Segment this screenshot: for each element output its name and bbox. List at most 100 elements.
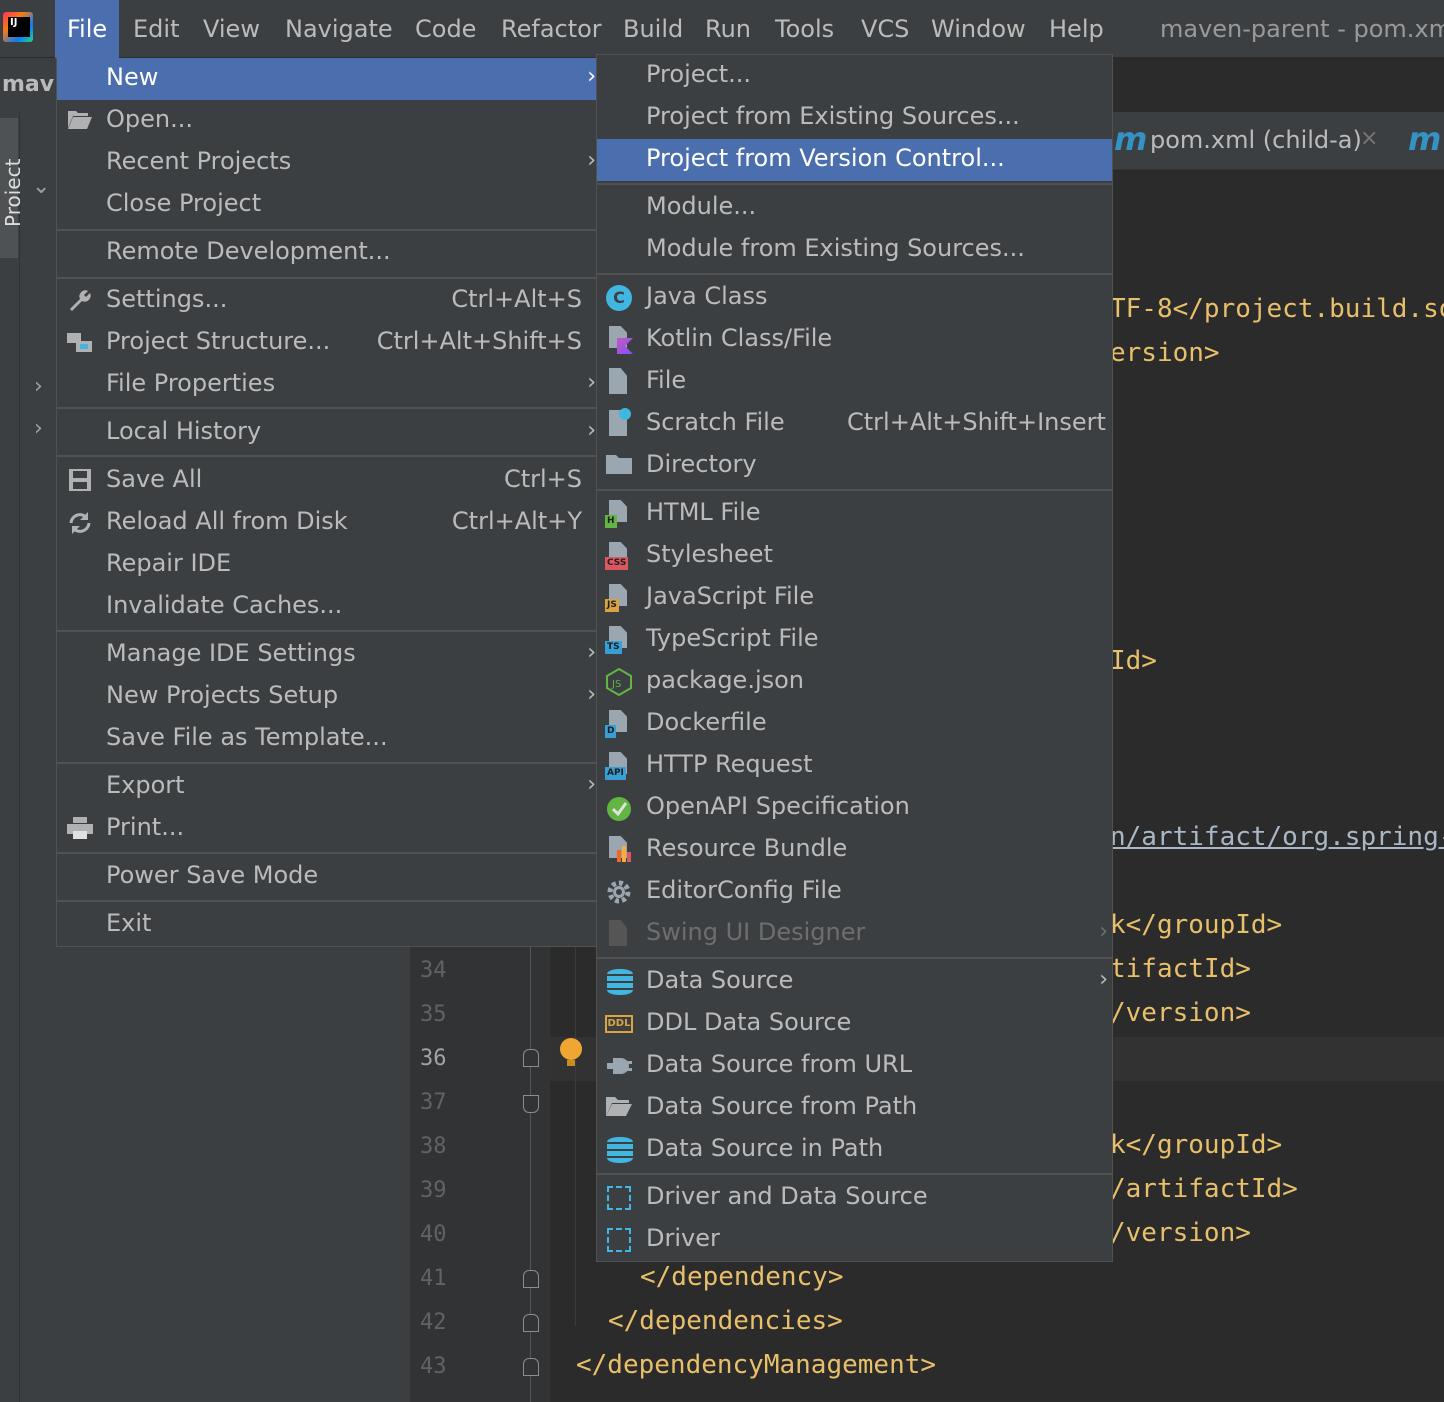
new-item-project-from-existing-sources[interactable]: Project from Existing Sources... [597, 97, 1112, 139]
menu-item-remote-development[interactable]: Remote Development... [57, 232, 596, 274]
menu-code[interactable]: Code [403, 0, 488, 58]
menu-build[interactable]: Build [611, 0, 695, 58]
menu-edit[interactable]: Edit [121, 0, 191, 58]
menu-item-exit[interactable]: Exit [57, 904, 596, 946]
menu-item-reload-all[interactable]: Reload All from Disk Ctrl+Alt+Y [57, 502, 596, 544]
new-item-swing-ui-designer[interactable]: Swing UI Designer › [597, 913, 1112, 955]
menu-item-settings[interactable]: Settings... Ctrl+Alt+S [57, 280, 596, 322]
menu-item-label: JavaScript File [646, 582, 815, 610]
menu-item-open[interactable]: Open... [57, 100, 596, 142]
database-icon [605, 968, 633, 996]
close-icon[interactable]: × [1360, 126, 1378, 151]
menu-item-label: Remote Development... [106, 237, 391, 265]
menu-item-local-history[interactable]: Local History › [57, 412, 596, 454]
js-file-icon: JS [605, 584, 633, 612]
menu-item-label: EditorConfig File [646, 876, 842, 904]
fold-marker-icon[interactable] [523, 1270, 539, 1288]
fold-marker-icon[interactable] [523, 1095, 539, 1113]
new-item-module-from-existing-sources[interactable]: Module from Existing Sources... [597, 229, 1112, 271]
menu-item-repair-ide[interactable]: Repair IDE [57, 544, 596, 586]
menu-separator [57, 852, 596, 854]
menu-item-label: Project from Existing Sources... [646, 102, 1020, 130]
menu-item-manage-ide-settings[interactable]: Manage IDE Settings › [57, 634, 596, 676]
menu-item-label: New Projects Setup [106, 681, 339, 709]
new-item-file[interactable]: File [597, 361, 1112, 403]
openapi-icon [605, 794, 633, 822]
new-item-module[interactable]: Module... [597, 187, 1112, 229]
line-number: 42 [420, 1310, 447, 1335]
menu-item-label: Save File as Template... [106, 723, 388, 751]
menu-item-print[interactable]: Print... [57, 808, 596, 850]
menu-item-invalidate-caches[interactable]: Invalidate Caches... [57, 586, 596, 628]
new-item-driver-and-data-source[interactable]: Driver and Data Source [597, 1177, 1112, 1219]
new-item-java-class[interactable]: C Java Class [597, 277, 1112, 319]
new-item-package-json[interactable]: JS package.json [597, 661, 1112, 703]
new-item-scratch-file[interactable]: Scratch File Ctrl+Alt+Shift+Insert [597, 403, 1112, 445]
new-item-openapi-spec[interactable]: OpenAPI Specification [597, 787, 1112, 829]
new-item-resource-bundle[interactable]: Resource Bundle [597, 829, 1112, 871]
menu-separator [597, 1173, 1112, 1175]
new-item-typescript-file[interactable]: TS TypeScript File [597, 619, 1112, 661]
new-item-driver[interactable]: Driver [597, 1219, 1112, 1261]
tab-pom-child-a[interactable]: pom.xml (child-a) [1150, 126, 1362, 154]
menu-item-label: Repair IDE [106, 549, 232, 577]
new-item-directory[interactable]: Directory [597, 445, 1112, 487]
line-number: 35 [420, 1002, 447, 1027]
new-item-project-from-vcs[interactable]: Project from Version Control... [597, 139, 1112, 181]
new-item-http-request[interactable]: API HTTP Request [597, 745, 1112, 787]
menu-item-file-properties[interactable]: File Properties › [57, 364, 596, 406]
line-number: 41 [420, 1266, 447, 1291]
new-item-data-source[interactable]: Data Source › [597, 961, 1112, 1003]
new-item-javascript-file[interactable]: JS JavaScript File [597, 577, 1112, 619]
menu-item-project-structure[interactable]: Project Structure... Ctrl+Alt+Shift+S [57, 322, 596, 364]
menu-item-label: Java Class [646, 282, 768, 310]
menu-vcs[interactable]: VCS [849, 0, 921, 58]
chevron-down-icon[interactable]: ⌄ [32, 174, 50, 199]
lightbulb-icon[interactable] [560, 1038, 582, 1066]
new-item-kotlin-class[interactable]: Kotlin Class/File [597, 319, 1112, 361]
menu-view[interactable]: View [191, 0, 272, 58]
new-item-dockerfile[interactable]: D Dockerfile [597, 703, 1112, 745]
menu-item-save-all[interactable]: Save All Ctrl+S [57, 460, 596, 502]
menu-refactor[interactable]: Refactor [489, 0, 614, 58]
chevron-right-icon: › [587, 148, 596, 173]
folder-open-icon [605, 1094, 633, 1122]
fold-marker-icon[interactable] [523, 1314, 539, 1332]
menu-item-new-projects-setup[interactable]: New Projects Setup › [57, 676, 596, 718]
menu-tools[interactable]: Tools [763, 0, 846, 58]
menu-item-close-project[interactable]: Close Project [57, 184, 596, 226]
menu-item-label: Reload All from Disk [106, 507, 348, 535]
code-comment-link[interactable]: n/artifact/org.spring- [1110, 822, 1444, 852]
new-item-data-source-from-url[interactable]: Data Source from URL [597, 1045, 1112, 1087]
chevron-right-icon[interactable]: › [34, 416, 43, 441]
http-request-icon: API [605, 752, 633, 780]
menu-help[interactable]: Help [1037, 0, 1116, 58]
menu-item-label: Export [106, 771, 185, 799]
indent-guide [575, 946, 576, 1326]
new-item-ddl-data-source[interactable]: DDL DDL Data Source [597, 1003, 1112, 1045]
fold-marker-icon[interactable] [523, 1049, 539, 1067]
menu-item-new[interactable]: New › [57, 58, 596, 100]
new-item-editorconfig[interactable]: EditorConfig File [597, 871, 1112, 913]
menu-item-recent-projects[interactable]: Recent Projects › [57, 142, 596, 184]
new-item-stylesheet[interactable]: CSS Stylesheet [597, 535, 1112, 577]
menu-navigate[interactable]: Navigate [273, 0, 405, 58]
kotlin-file-icon [605, 326, 633, 354]
menu-window[interactable]: Window [919, 0, 1038, 58]
driver-icon [605, 1226, 633, 1254]
chevron-right-icon[interactable]: › [34, 374, 43, 399]
folder-open-icon [66, 108, 94, 134]
new-item-data-source-in-path[interactable]: Data Source in Path [597, 1129, 1112, 1171]
menu-file[interactable]: File [55, 0, 120, 58]
menu-item-save-file-as-template[interactable]: Save File as Template... [57, 718, 596, 760]
menu-item-power-save-mode[interactable]: Power Save Mode [57, 856, 596, 898]
fold-marker-icon[interactable] [523, 1358, 539, 1376]
new-item-html-file[interactable]: H HTML File [597, 493, 1112, 535]
nodejs-badge: JS [611, 679, 621, 690]
menu-item-export[interactable]: Export › [57, 766, 596, 808]
maven-file-icon[interactable]: m [1408, 120, 1441, 158]
chevron-right-icon: › [587, 682, 596, 707]
new-item-data-source-from-path[interactable]: Data Source from Path [597, 1087, 1112, 1129]
new-item-project[interactable]: Project... [597, 55, 1112, 97]
menu-run[interactable]: Run [693, 0, 763, 58]
